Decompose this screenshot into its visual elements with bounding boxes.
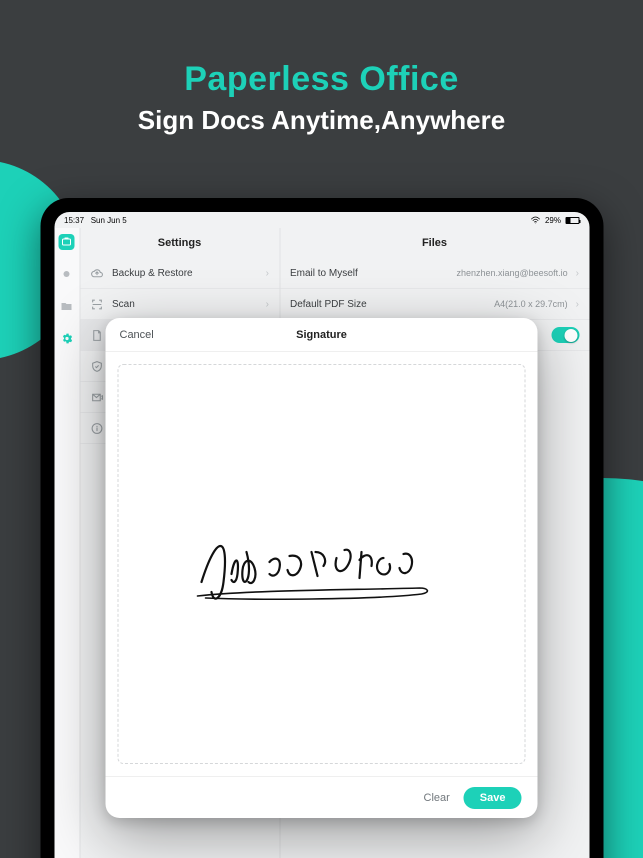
chevron-right-icon: ›	[576, 268, 579, 279]
chevron-right-icon: ›	[266, 299, 269, 310]
headline-title: Paperless Office	[0, 60, 643, 99]
chevron-right-icon: ›	[266, 268, 269, 279]
clear-button[interactable]: Clear	[424, 792, 450, 804]
row-scan[interactable]: Scan ›	[80, 289, 279, 320]
signature-drawing	[172, 504, 472, 624]
status-bar: 15:37 Sun Jun 5 29%	[54, 212, 589, 228]
status-date: Sun Jun 5	[91, 216, 127, 225]
row-label: Backup & Restore	[112, 268, 258, 279]
row-value: zhenzhen.xiang@beesoft.io	[456, 268, 567, 278]
file-icon	[90, 329, 104, 342]
chevron-right-icon: ›	[576, 299, 579, 310]
sidebar	[54, 228, 80, 858]
modal-header: Cancel Signature	[106, 318, 538, 352]
battery-percent: 29%	[545, 216, 561, 225]
app-logo-icon[interactable]	[59, 234, 75, 250]
signature-canvas[interactable]	[118, 364, 526, 764]
battery-icon	[565, 217, 579, 224]
scan-icon	[90, 298, 104, 311]
modal-footer: Clear Save	[106, 776, 538, 818]
signature-canvas-wrap	[106, 352, 538, 776]
cloud-icon	[90, 267, 104, 280]
row-backup[interactable]: Backup & Restore ›	[80, 258, 279, 289]
signature-modal: Cancel Signature Clear Sav	[106, 318, 538, 818]
toggle-on[interactable]	[551, 327, 579, 343]
row-label: Scan	[112, 299, 258, 310]
status-time: 15:37	[64, 216, 84, 225]
row-value: A4(21.0 x 29.7cm)	[494, 299, 568, 309]
save-button[interactable]: Save	[464, 787, 522, 809]
shield-icon	[90, 360, 104, 373]
tablet-device: 15:37 Sun Jun 5 29%	[40, 198, 603, 858]
tablet-screen: 15:37 Sun Jun 5 29%	[54, 212, 589, 858]
files-header: Files	[280, 228, 589, 258]
row-label: Email to Myself	[290, 268, 448, 279]
sidebar-folder-icon[interactable]	[59, 298, 75, 314]
cancel-button[interactable]: Cancel	[120, 329, 154, 341]
sidebar-settings-icon[interactable]	[59, 330, 75, 346]
row-label: Default PDF Size	[290, 299, 486, 310]
modal-title: Signature	[296, 329, 347, 341]
headline-subtitle: Sign Docs Anytime,Anywhere	[0, 105, 643, 136]
wifi-icon	[531, 216, 541, 224]
settings-header: Settings	[80, 228, 279, 258]
promo-stage: Paperless Office Sign Docs Anytime,Anywh…	[0, 0, 643, 858]
send-icon	[90, 391, 104, 404]
headline: Paperless Office Sign Docs Anytime,Anywh…	[0, 60, 643, 136]
row-email[interactable]: Email to Myself zhenzhen.xiang@beesoft.i…	[280, 258, 589, 289]
info-icon	[90, 422, 104, 435]
row-pdfsize[interactable]: Default PDF Size A4(21.0 x 29.7cm) ›	[280, 289, 589, 320]
sidebar-dot-icon[interactable]	[59, 266, 75, 282]
